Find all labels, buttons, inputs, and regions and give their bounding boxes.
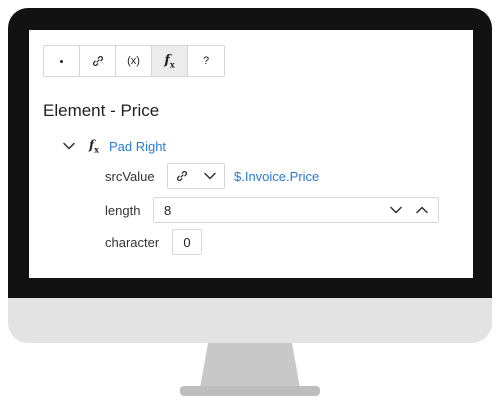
function-row: fx Pad Right [61, 138, 166, 154]
dot-mode-button[interactable] [44, 46, 80, 76]
chevron-down-icon[interactable] [390, 206, 402, 214]
character-input[interactable]: 0 [172, 229, 202, 255]
link-mode-button[interactable] [80, 46, 116, 76]
character-value[interactable]: 0 [183, 235, 190, 250]
function-mode-button[interactable]: fx [152, 46, 188, 76]
monitor-chin [8, 298, 492, 343]
function-name-link[interactable]: Pad Right [109, 139, 166, 154]
variable-icon: (x) [127, 55, 140, 67]
srcvalue-label: srcValue [105, 169, 155, 184]
mode-toolbar: (x) fx ? [43, 45, 225, 77]
monitor-base [180, 386, 320, 396]
link-icon [177, 171, 187, 181]
length-value[interactable]: 8 [164, 203, 390, 218]
page-title: Element - Price [43, 101, 160, 120]
help-button[interactable]: ? [188, 46, 224, 76]
screen: (x) fx ? Element - Price fx Pad Right sr… [29, 30, 473, 278]
variable-mode-button[interactable]: (x) [116, 46, 152, 76]
srcvalue-path-link[interactable]: $.Invoice.Price [234, 169, 319, 184]
function-icon: fx [164, 52, 175, 70]
chevron-down-icon [204, 172, 216, 180]
character-label: character [105, 235, 160, 250]
monitor-stand [200, 343, 300, 388]
function-icon: fx [89, 137, 99, 155]
length-label: length [105, 203, 141, 218]
length-stepper[interactable]: 8 [153, 197, 439, 223]
chevron-up-icon[interactable] [416, 206, 428, 214]
chevron-down-icon[interactable] [61, 138, 77, 154]
srcvalue-mode-select[interactable] [167, 163, 225, 189]
help-icon: ? [202, 55, 210, 67]
link-icon [92, 56, 103, 66]
dot-icon [60, 59, 63, 63]
